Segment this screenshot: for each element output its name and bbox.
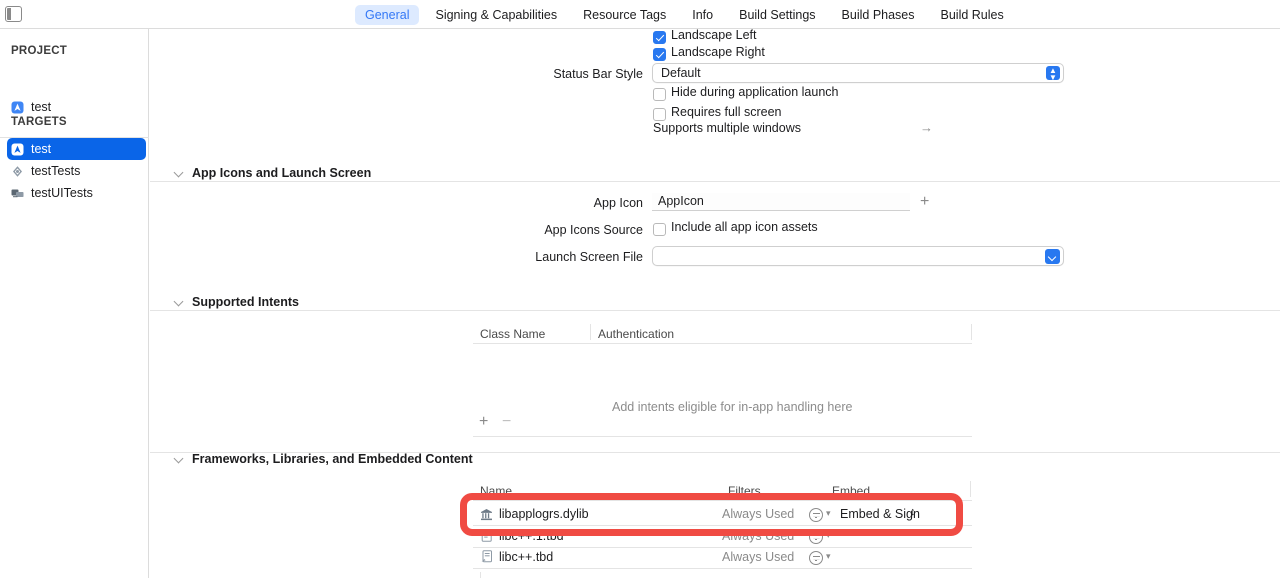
ui-test-target-icon — [11, 187, 24, 200]
framework-filter: Always Used — [722, 507, 795, 521]
framework-embed-value: Embed & Sign — [840, 507, 920, 521]
chevron-down-icon-frameworks[interactable] — [174, 453, 186, 465]
filter-icon[interactable] — [809, 508, 823, 522]
xcode-project-icon — [11, 101, 24, 114]
landscape-left-label: Landscape Left — [671, 29, 757, 42]
chevron-down-icon-supported-intents[interactable] — [174, 296, 186, 308]
frameworks-row-rule-1 — [473, 525, 972, 526]
chevron-down-icon-filter[interactable]: ▾ — [826, 551, 831, 562]
status-bar-style-value: Default — [661, 66, 701, 80]
intents-column-separator — [590, 324, 591, 340]
launch-screen-file-label: Launch Screen File — [535, 250, 643, 264]
chevron-down-icon-filter[interactable]: ▾ — [826, 508, 831, 519]
framework-filter: Always Used — [722, 529, 795, 543]
sidebar-item-label: test — [31, 100, 52, 114]
requires-full-screen-checkbox[interactable] — [653, 108, 666, 121]
tab-signing-capabilities[interactable]: Signing & Capabilities — [425, 5, 567, 25]
sidebar-section-project: PROJECT — [11, 45, 68, 57]
intents-empty-message: Add intents eligible for in-app handling… — [612, 400, 853, 414]
tab-build-settings[interactable]: Build Settings — [729, 5, 825, 25]
tab-resource-tags[interactable]: Resource Tags — [573, 5, 676, 25]
section-divider-1 — [150, 181, 1280, 182]
frameworks-header-rule — [473, 500, 972, 501]
sidebar-toggle-icon[interactable] — [5, 6, 22, 22]
intents-column-separator-right — [971, 324, 972, 340]
arrow-right-icon[interactable]: → — [920, 120, 933, 135]
hide-during-launch-label: Hide during application launch — [671, 85, 839, 99]
frameworks-column-name: Name — [480, 484, 513, 498]
framework-filter: Always Used — [722, 550, 795, 564]
framework-name: libc++.tbd — [499, 550, 554, 564]
editor-tab-bar: General Signing & Capabilities Resource … — [355, 0, 1020, 29]
chevron-down-icon-app-icons[interactable] — [174, 167, 186, 179]
xcode-project-editor-window: General Signing & Capabilities Resource … — [0, 0, 1280, 578]
sidebar-item-label: test — [31, 142, 52, 156]
sidebar-item-target-testtests[interactable]: testTests — [7, 160, 146, 182]
intents-column-class-name: Class Name — [480, 327, 546, 341]
frameworks-column-separator-right — [970, 481, 971, 497]
sidebar-item-target-testuitests[interactable]: testUITests — [7, 182, 146, 204]
frameworks-row-rule-3 — [473, 568, 972, 569]
library-icon — [480, 508, 493, 521]
sidebar-item-target-test[interactable]: test — [7, 138, 146, 160]
unit-test-target-icon — [11, 165, 24, 178]
remove-intent-button: − — [502, 413, 512, 430]
section-title-frameworks: Frameworks, Libraries, and Embedded Cont… — [192, 452, 473, 466]
frameworks-row-rule-2 — [473, 547, 972, 548]
sidebar-item-label: testTests — [31, 164, 81, 178]
landscape-right-checkbox[interactable] — [653, 48, 666, 61]
status-bar-style-label: Status Bar Style — [553, 67, 643, 81]
launch-screen-file-popup[interactable] — [652, 246, 1064, 266]
app-icon-label: App Icon — [593, 196, 643, 210]
chevron-down-icon-filter[interactable]: ▾ — [826, 530, 831, 541]
embed-popup-updown-icon[interactable]: ↕ — [910, 506, 916, 518]
frameworks-text-cursor — [480, 572, 481, 578]
add-app-icon-button[interactable]: + — [920, 194, 929, 210]
landscape-left-checkbox[interactable] — [653, 31, 666, 44]
framework-name: libc++.1.tbd — [499, 529, 564, 543]
sidebar-item-label: testUITests — [31, 186, 93, 200]
toolbar: General Signing & Capabilities Resource … — [0, 0, 1280, 29]
tbd-document-icon — [481, 550, 493, 563]
app-icon-field[interactable]: AppIcon — [652, 193, 910, 211]
section-divider-2 — [150, 310, 1280, 311]
add-intent-button[interactable]: + — [479, 414, 488, 430]
intents-header-rule — [473, 343, 972, 344]
intents-footer-rule — [473, 436, 972, 437]
chevron-down-icon-launch-screen[interactable] — [1045, 249, 1060, 264]
include-all-app-icon-assets-checkbox[interactable] — [653, 223, 666, 236]
app-target-icon — [11, 143, 24, 156]
filter-icon[interactable] — [809, 551, 823, 565]
tab-general[interactable]: General — [355, 4, 420, 25]
filter-icon[interactable] — [809, 530, 823, 544]
landscape-right-label: Landscape Right — [671, 45, 765, 59]
frameworks-column-embed: Embed — [832, 484, 871, 498]
requires-full-screen-label: Requires full screen — [671, 105, 782, 119]
framework-name: libapplogrs.dylib — [499, 507, 589, 521]
section-title-supported-intents: Supported Intents — [192, 295, 299, 309]
frameworks-column-filters: Filters — [728, 484, 761, 498]
tab-build-phases[interactable]: Build Phases — [832, 5, 925, 25]
project-navigator-sidebar: PROJECT test TARGETS test testTests test… — [0, 29, 149, 578]
supports-multiple-windows-label: Supports multiple windows — [653, 121, 801, 135]
intents-column-authentication: Authentication — [598, 327, 675, 341]
sidebar-item-project-test[interactable]: test — [7, 96, 146, 118]
hide-during-launch-checkbox[interactable] — [653, 88, 666, 101]
tab-build-rules[interactable]: Build Rules — [931, 5, 1014, 25]
tbd-document-icon — [481, 529, 493, 542]
stepper-updown-icon[interactable]: ▲ ▼ — [1046, 66, 1060, 82]
general-settings-pane: Landscape Left Landscape Right Status Ba… — [150, 29, 1280, 578]
include-all-app-icon-assets-label: Include all app icon assets — [671, 220, 818, 234]
status-bar-style-popup[interactable]: Default ▲ ▼ — [652, 63, 1064, 83]
tab-info[interactable]: Info — [682, 5, 723, 25]
app-icons-source-label: App Icons Source — [544, 223, 643, 237]
app-icon-value: AppIcon — [658, 194, 704, 208]
sidebar-section-targets: TARGETS — [11, 116, 67, 128]
section-title-app-icons: App Icons and Launch Screen — [192, 166, 372, 180]
